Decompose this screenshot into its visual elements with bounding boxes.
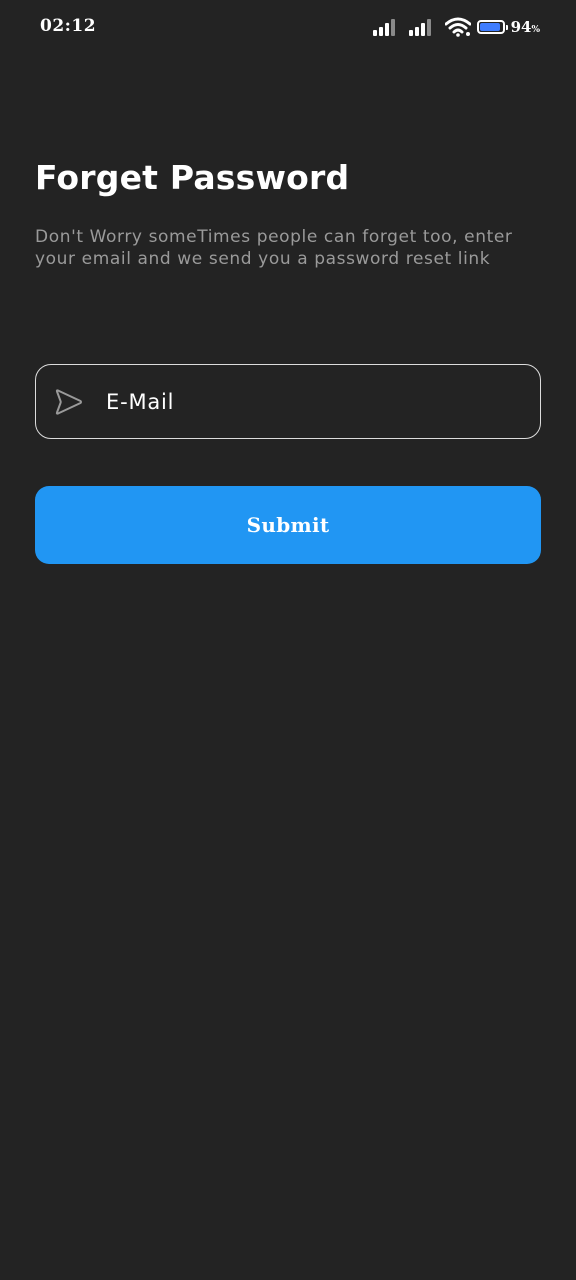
signal-icon <box>372 18 397 36</box>
battery-fill <box>479 23 501 31</box>
status-icons: 94% <box>372 16 540 38</box>
email-field[interactable] <box>35 364 541 439</box>
wifi-icon <box>444 17 471 37</box>
page-title: Forget Password <box>35 158 350 197</box>
battery-level: 94% <box>511 18 540 36</box>
battery-level-unit: % <box>531 25 540 35</box>
status-bar: 02:12 94% <box>0 0 576 56</box>
page-subtitle: Don't Worry someTimes people can forget … <box>35 227 513 269</box>
submit-button[interactable]: Submit <box>35 486 541 564</box>
battery-level-value: 94 <box>510 18 532 36</box>
signal-icon <box>408 18 433 36</box>
status-time: 02:12 <box>40 16 97 36</box>
email-input[interactable] <box>104 388 508 415</box>
send-icon <box>54 387 84 417</box>
battery-icon <box>476 20 508 34</box>
